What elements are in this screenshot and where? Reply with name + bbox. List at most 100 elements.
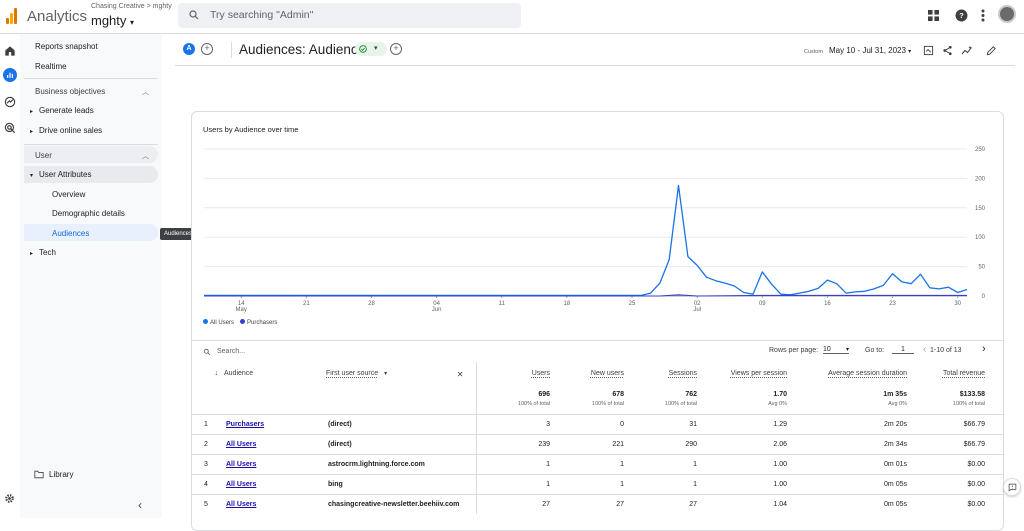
row-source-cell: astrocrm.lightning.force.com [322, 453, 476, 474]
x-tick-label: 21 [303, 301, 310, 307]
row-users-cell: 27 [475, 493, 556, 514]
caret-down-icon: ▾ [30, 173, 34, 179]
advertising-icon[interactable] [3, 121, 17, 135]
row-audience[interactable]: All Users [226, 501, 256, 508]
row-index-cell: 1 [192, 413, 220, 434]
row-new-users: 221 [612, 440, 624, 448]
row-avg-session-duration-cell: 0m 05s [793, 493, 913, 514]
row-source-cell: (direct) [322, 433, 476, 454]
apps-grid-icon[interactable] [928, 10, 939, 21]
nav-generate-leads[interactable]: ▸ Generate leads [30, 106, 94, 115]
series-line-all-users[interactable] [204, 184, 968, 297]
admin-gear-icon[interactable] [4, 493, 15, 504]
next-page-icon[interactable]: › [982, 343, 986, 355]
header-total-revenue[interactable]: Total revenue $133.58 100% of total [913, 362, 1003, 414]
header-first-user-source[interactable]: First user source ▾ ✕ [322, 362, 476, 414]
table-row: 5 All Users chasingcreative-newsletter.bee… [192, 493, 1003, 514]
comparison-chip[interactable]: A [183, 43, 195, 55]
folder-icon[interactable] [34, 470, 44, 479]
add-comparison-button[interactable]: + [201, 43, 213, 55]
header-audience[interactable]: Audience [220, 362, 322, 414]
header-first-user-source-label: First user source [326, 370, 379, 377]
nav-realtime[interactable]: Realtime [35, 62, 67, 71]
row-audience[interactable]: All Users [226, 461, 256, 468]
header-users[interactable]: Users 696 100% of total [475, 362, 556, 414]
header-avg-session-duration[interactable]: Average session duration 1m 35s Avg 0% [793, 362, 913, 414]
prev-page-icon[interactable]: ‹ [923, 344, 926, 355]
legend-purchasers[interactable]: Purchasers [240, 319, 277, 326]
date-range-picker[interactable]: May 10 - Jul 31, 2023 ▾ [829, 46, 911, 55]
nav-tech[interactable]: ▸ Tech [30, 248, 56, 257]
customize-report-icon[interactable] [923, 45, 934, 56]
nav-overview[interactable]: Overview [52, 190, 85, 199]
row-audience[interactable]: All Users [226, 441, 256, 448]
rows-per-page-select[interactable]: 10 ▾ [823, 346, 849, 354]
row-source-cell: chasingcreative-newsletter.beehiiv.com [322, 493, 476, 514]
home-icon[interactable] [3, 44, 17, 58]
more-vert-icon[interactable] [981, 9, 985, 22]
global-search-input[interactable]: Try searching "Admin" [178, 3, 521, 28]
row-new-users: 27 [616, 500, 624, 508]
row-audience-cell: All Users [220, 473, 322, 494]
analytics-logo-icon[interactable] [6, 8, 18, 24]
legend-all-users[interactable]: All Users [203, 319, 234, 326]
search-icon [189, 10, 199, 20]
row-new-users-cell: 0 [556, 413, 630, 434]
header-new-users-label: New users [590, 370, 624, 377]
row-avg-session-duration-cell: 0m 05s [793, 473, 913, 494]
row-total-revenue: $0.00 [967, 460, 985, 468]
user-avatar[interactable] [998, 5, 1016, 23]
nav-user-attributes[interactable]: ▾ User Attributes [30, 170, 91, 179]
row-audience[interactable]: All Users [226, 481, 256, 488]
nav-library[interactable]: Library [49, 470, 73, 479]
row-new-users-cell: 1 [556, 473, 630, 494]
nav-drive-online-sales[interactable]: ▸ Drive online sales [30, 126, 102, 135]
header-views-per-session[interactable]: Views per session 1.70 Avg 0% [703, 362, 793, 414]
reports-icon[interactable] [3, 68, 17, 82]
users-by-audience-line-chart[interactable]: 05010015020025014May21 28 04Jun11 18 25 02Jul… [192, 112, 1003, 317]
help-icon[interactable]: ? [955, 9, 968, 22]
row-avg-session-duration-cell: 2m 20s [793, 413, 913, 434]
table-search-input[interactable]: Search... [217, 348, 245, 355]
chevron-up-icon[interactable]: ︿ [142, 87, 149, 97]
feedback-button[interactable] [1003, 478, 1021, 496]
remove-dimension-icon[interactable]: ✕ [457, 370, 464, 379]
row-views-per-session-cell: 1.00 [703, 473, 793, 494]
section-user[interactable]: User [35, 151, 52, 160]
total-avg-session-duration: 1m 35s [883, 391, 907, 398]
row-new-users-cell: 27 [556, 493, 630, 514]
goto-label: Go to: [865, 347, 885, 354]
app-name[interactable]: Analytics [27, 8, 87, 25]
chevron-down-icon: ▾ [130, 18, 135, 27]
nav-user-attributes-label: User Attributes [39, 170, 92, 179]
report-card: Users by Audience over time 0 50 100 150 200… [191, 111, 1004, 531]
chevron-up-icon[interactable]: ︿ [142, 151, 149, 161]
property-selector[interactable]: mghty ▾ [91, 13, 134, 28]
report-status-chip[interactable]: ▾ [355, 42, 387, 56]
explore-icon[interactable] [3, 95, 17, 109]
share-icon[interactable] [942, 45, 953, 56]
header-views-per-session-label: Views per session [730, 370, 787, 377]
y-tick-label: 200 [975, 176, 986, 182]
row-audience[interactable]: Purchasers [226, 421, 264, 428]
goto-page-input[interactable]: 1 [892, 346, 914, 354]
nav-reports-snapshot[interactable]: Reports snapshot [35, 42, 98, 51]
edit-pencil-icon[interactable] [986, 45, 997, 56]
add-filter-button[interactable]: + [390, 43, 402, 55]
row-total-revenue-cell: $66.79 [913, 413, 1003, 434]
nav-demographic-details[interactable]: Demographic details [52, 209, 125, 218]
collapse-sidebar-icon[interactable]: ‹ [138, 498, 142, 512]
account-breadcrumb[interactable]: Chasing Creative > mghty [91, 3, 172, 10]
check-circle-icon [359, 45, 367, 53]
divider [231, 42, 232, 58]
row-new-users-cell: 221 [556, 433, 630, 454]
nav-audiences[interactable]: Audiences [52, 229, 89, 238]
rows-per-page-value: 10 [823, 346, 831, 353]
x-tick-label: 16 [824, 301, 831, 307]
header-new-users[interactable]: New users 678 100% of total [556, 362, 630, 414]
row-views-per-session-cell: 1.29 [703, 413, 793, 434]
insights-icon[interactable] [961, 45, 973, 56]
header-sessions[interactable]: Sessions 762 100% of total [630, 362, 703, 414]
section-business-objectives[interactable]: Business objectives [35, 87, 105, 96]
header-sort-icon[interactable]: ↓ [192, 362, 220, 414]
